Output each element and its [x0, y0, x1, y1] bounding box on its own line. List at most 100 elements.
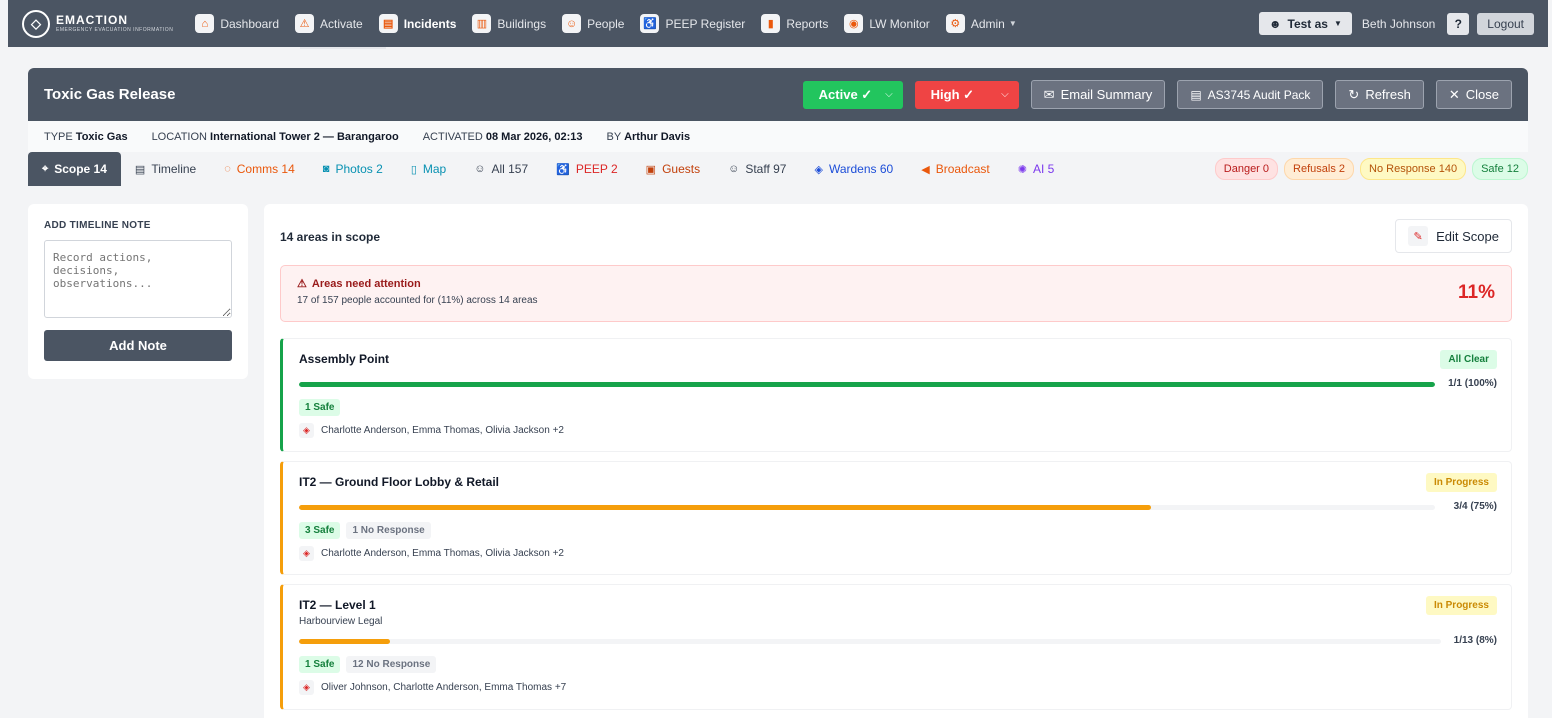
tab-wardens[interactable]: ◈ Wardens 60 [800, 152, 907, 186]
nav-item-dashboard[interactable]: ⌂ Dashboard [195, 14, 279, 33]
chevron-down-icon: ⌵ [885, 89, 893, 100]
meta-activated: ACTIVATED 08 Mar 2026, 02:13 [422, 130, 583, 143]
safe-count-chip[interactable]: 1 Safe [299, 656, 341, 673]
area-status-badge: In Progress [1425, 596, 1497, 615]
test-as-dropdown[interactable]: ☻ Test as ▼ [1258, 12, 1352, 35]
audit-pack-button[interactable]: ▤ AS3745 Audit Pack [1177, 80, 1324, 109]
area-name: IT2 — Ground Floor Lobby & Retail [299, 475, 499, 489]
chevron-down-icon: ▼ [1333, 19, 1342, 28]
no-response-chip[interactable]: 1 No Response [346, 522, 431, 539]
nav-item-admin[interactable]: ⚙ Admin ▼ [945, 14, 1017, 33]
clipboard-icon: ▤ [378, 14, 398, 33]
nav-item-incidents[interactable]: ▤ Incidents [378, 14, 457, 33]
add-note-button[interactable]: Add Note [44, 330, 232, 361]
nav-item-people[interactable]: ☺ People [562, 14, 624, 33]
tab-map[interactable]: ▯ Map [397, 152, 460, 186]
incident-header: Toxic Gas Release Active ✓ ⌵ High ✓ ⌵ ✉ … [28, 68, 1528, 121]
pencil-icon: ✎ [1408, 226, 1429, 246]
area-card[interactable]: IT2 — Ground Floor Lobby & Retail In Prog… [280, 461, 1512, 575]
chart-icon: ▮ [761, 14, 781, 33]
ai-brain-icon: ✺ [1017, 163, 1027, 176]
nav-item-peep-register[interactable]: ♿ PEEP Register [640, 14, 745, 33]
safe-count-chip[interactable]: 3 Safe [299, 522, 341, 539]
edit-scope-button[interactable]: ✎ Edit Scope [1395, 219, 1512, 253]
nav-item-label: LW Monitor [869, 16, 930, 31]
nav-item-label: PEEP Register [665, 16, 746, 31]
tab-label: Wardens 60 [828, 162, 894, 176]
shield-icon: ◈ [299, 680, 314, 695]
current-user: Beth Johnson [1361, 16, 1436, 31]
area-card[interactable]: IT2 — Level 1 Harbourview Legal In Progres… [280, 584, 1512, 710]
tab-comms[interactable]: ◌ Comms 14 [210, 152, 309, 186]
status-chips: 3 Safe 1 No Response [299, 522, 431, 539]
area-subtitle: Harbourview Legal [299, 616, 383, 627]
status-chips: 1 Safe 12 No Response [299, 656, 437, 673]
location-pin-icon: ⌖ [42, 162, 49, 175]
incident-tabs: ⌖ Scope 14 ▤ Timeline ◌ Comms 14 ◙ Photos 2 ▯ Map… [28, 152, 1528, 186]
tab-all[interactable]: ☺ All 157 [460, 152, 542, 186]
area-status-badge: All Clear [1440, 350, 1497, 369]
chevron-down-icon: ⌵ [1001, 89, 1009, 100]
tab-broadcast[interactable]: ◀ Broadcast [907, 152, 1004, 186]
tab-label: PEEP 2 [575, 162, 618, 176]
severity-select[interactable]: High ✓ ⌵ [914, 80, 1019, 109]
chevron-down-icon: ▼ [1008, 19, 1017, 28]
area-name: Assembly Point [299, 352, 390, 366]
close-button[interactable]: ✕ Close [1435, 80, 1512, 109]
progress-fill [299, 639, 391, 644]
nav-item-label: Incidents [403, 16, 457, 31]
nav-item-label: People [587, 16, 625, 31]
nav-item-activate[interactable]: ⚠ Activate [295, 14, 363, 33]
warden-names: Charlotte Anderson, Emma Thomas, Olivia … [321, 425, 564, 436]
meta-type: TYPE Toxic Gas [44, 130, 128, 143]
nav-item-reports[interactable]: ▮ Reports [761, 14, 828, 33]
tab-guests[interactable]: ▣ Guests [632, 152, 714, 186]
progress-bar [299, 639, 1441, 644]
mask-icon: ☻ [1268, 16, 1282, 31]
status-badge[interactable]: Danger 0 [1214, 158, 1279, 180]
wheelchair-icon: ♿ [556, 163, 570, 176]
accounted-percentage: 11% [1458, 282, 1495, 303]
area-card[interactable]: Assembly Point All Clear 1/1 (100%) 1 Safe ◈… [280, 338, 1512, 452]
status-badge[interactable]: No Response 140 [1360, 158, 1467, 180]
timeline-note-input[interactable] [44, 240, 232, 318]
tab-scope[interactable]: ⌖ Scope 14 [28, 152, 121, 186]
area-wardens: ◈ Charlotte Anderson, Emma Thomas, Olivia… [299, 423, 564, 438]
tab-peep[interactable]: ♿ PEEP 2 [542, 152, 632, 186]
broadcast-icon: ◉ [844, 14, 864, 33]
status-badge[interactable]: Refusals 2 [1284, 158, 1355, 180]
help-button[interactable]: ? [1447, 12, 1470, 35]
tab-label: Guests [662, 162, 701, 176]
meta-location: LOCATION International Tower 2 — Baranga… [151, 130, 399, 143]
no-response-chip[interactable]: 12 No Response [346, 656, 437, 673]
tab-label: Photos 2 [335, 162, 383, 176]
wheelchair-icon: ♿ [640, 14, 660, 33]
tab-photos[interactable]: ◙ Photos 2 [309, 152, 397, 186]
document-icon: ▤ [1190, 87, 1202, 102]
refresh-button[interactable]: ↻ Refresh [1335, 80, 1424, 109]
progress-count: 3/4 (75%) [1453, 501, 1497, 512]
brand-tagline: EMERGENCY EVACUATION INFORMATION [56, 27, 174, 33]
nav-item-buildings[interactable]: ▥ Buildings [472, 14, 546, 33]
status-badge[interactable]: Safe 12 [1472, 158, 1528, 180]
brand-logo[interactable]: ◇ EMACTION EMERGENCY EVACUATION INFORMAT… [22, 9, 174, 38]
tab-ai[interactable]: ✺ AI 5 [1004, 152, 1069, 186]
tab-staff[interactable]: ☺ Staff 97 [714, 152, 800, 186]
logout-button[interactable]: Logout [1477, 12, 1534, 35]
warning-icon: ⚠ [297, 278, 307, 290]
area-wardens: ◈ Charlotte Anderson, Emma Thomas, Olivia… [299, 546, 564, 561]
tab-label: Broadcast [935, 162, 990, 176]
tab-timeline[interactable]: ▤ Timeline [121, 152, 210, 186]
status-select[interactable]: Active ✓ ⌵ [802, 80, 903, 109]
alarm-icon: ⚠ [295, 14, 315, 33]
top-nav: ◇ EMACTION EMERGENCY EVACUATION INFORMAT… [8, 0, 1548, 47]
safe-count-chip[interactable]: 1 Safe [299, 399, 341, 416]
area-status-badge: In Progress [1425, 473, 1497, 492]
nav-item-lw-monitor[interactable]: ◉ LW Monitor [844, 14, 930, 33]
map-icon: ▯ [410, 163, 417, 176]
incident-title: Toxic Gas Release [44, 86, 176, 103]
megaphone-icon: ◀ [921, 163, 930, 176]
shield-icon: ◈ [814, 163, 823, 176]
attention-alert: ⚠ Areas need attention 17 of 157 people … [280, 265, 1512, 322]
email-summary-button[interactable]: ✉ Email Summary [1030, 80, 1166, 109]
